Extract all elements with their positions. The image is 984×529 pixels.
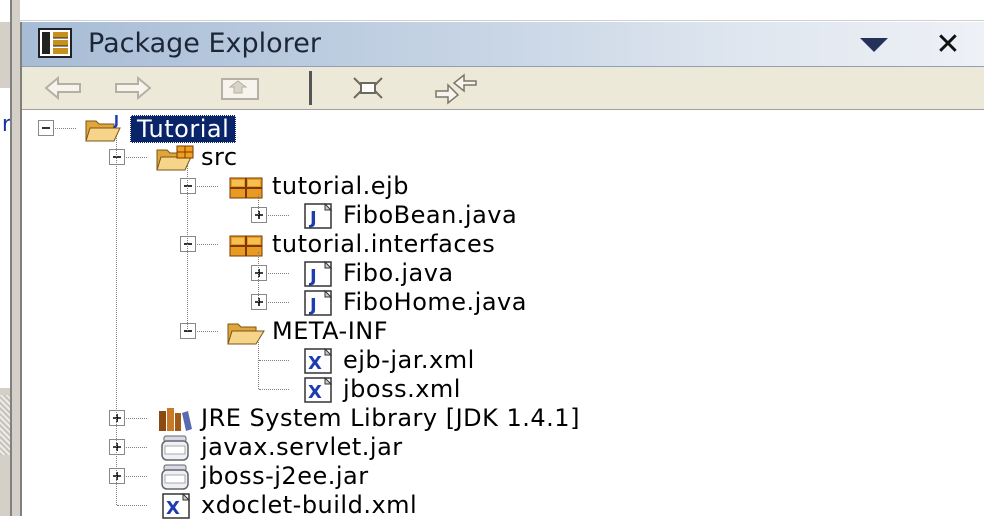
tree-guide [116,136,117,505]
tree-guide [187,165,188,331]
tree-item[interactable]: J Fibo.java [22,259,984,288]
view-toolbar [22,67,984,110]
collapse-toggle[interactable] [180,236,196,252]
top-bar [20,0,984,21]
tree-item[interactable]: JRE System Library [JDK 1.4.1] [22,404,984,433]
view-menu-button[interactable] [854,32,894,58]
tree-item[interactable]: J FiboBean.java [22,201,984,230]
collapse-toggle[interactable] [109,149,125,165]
hatched-area [0,395,10,455]
tree-item[interactable]: META-INF [22,317,984,346]
tree-item-label: tutorial.ejb [272,172,409,200]
tree-item[interactable]: tutorial.interfaces [22,230,984,259]
tree-item-label: src [201,143,238,171]
library-icon [155,405,195,433]
xml-file-icon: X [297,376,337,404]
tree-item-label: ejb-jar.xml [343,346,475,374]
tree-item[interactable]: J FiboHome.java [22,288,984,317]
tree-item-label: META-INF [272,317,389,345]
tree-item-label: JRE System Library [JDK 1.4.1] [201,404,580,432]
package-explorer-view: Package Explorer ✕ J Tutorial src tutorial.… [20,22,984,519]
source-folder-icon [155,144,195,172]
java-file-icon: J [297,260,337,288]
tree-item[interactable]: Xejb-jar.xml [22,346,984,375]
forward-icon[interactable] [108,71,156,105]
view-title: Package Explorer [88,28,321,59]
jar-icon [155,434,195,462]
tree-item-label: jboss.xml [343,375,461,403]
link-with-editor-icon[interactable] [432,71,480,105]
java-file-icon: J [297,202,337,230]
collapse-toggle[interactable] [180,178,196,194]
toolbar-separator [309,71,312,105]
jar-icon [155,463,195,491]
tree-item-label: Fibo.java [343,259,454,287]
collapse-all-icon[interactable] [344,71,392,105]
tree-item[interactable]: jboss-j2ee.jar [22,462,984,491]
tree-guide [258,194,259,215]
xml-file-icon: X [297,347,337,375]
tree-item-label: FiboBean.java [343,201,518,229]
tree-guide [258,339,259,389]
tree-item-label: Tutorial [130,115,237,143]
expand-toggle[interactable] [251,207,267,223]
tree-item[interactable]: tutorial.ejb [22,172,984,201]
collapse-toggle[interactable] [180,323,196,339]
package-icon [226,231,266,259]
expand-toggle[interactable] [251,294,267,310]
expand-toggle[interactable] [109,468,125,484]
package-icon [226,173,266,201]
svg-text:X: X [308,353,322,374]
tree-connector [117,505,147,506]
tree-item-label: jboss-j2ee.jar [201,462,369,490]
tree-item-label: javax.servlet.jar [201,433,403,461]
tree-item[interactable]: javax.servlet.jar [22,433,984,462]
java-project-icon: J [84,114,124,143]
back-icon[interactable] [40,71,88,105]
svg-text:X: X [308,382,322,403]
tree-item[interactable]: J Tutorial [22,114,984,143]
expand-toggle[interactable] [109,410,125,426]
svg-text:J: J [113,115,119,129]
svg-text:J: J [308,295,317,316]
package-explorer-icon [38,28,72,58]
close-icon[interactable]: ✕ [928,28,968,62]
expand-toggle[interactable] [109,439,125,455]
collapse-toggle[interactable] [38,120,54,136]
tree-item[interactable]: Xjboss.xml [22,375,984,404]
package-tree: J Tutorial src tutorial.ejb J FiboBean.java tu… [22,110,984,519]
tree-guide [258,252,259,302]
svg-text:J: J [308,266,317,287]
tree-connector [259,360,289,361]
view-title-bar[interactable]: Package Explorer ✕ [22,22,984,67]
tree-item-label: FiboHome.java [343,288,527,316]
editor-edge: r [0,0,20,516]
expand-toggle[interactable] [251,265,267,281]
java-file-icon: J [297,289,337,317]
folder-icon [226,318,266,346]
editor-text-fragment: r [0,112,10,137]
tree-item-label: tutorial.interfaces [272,230,496,258]
tree-item[interactable]: src [22,143,984,172]
svg-text:J: J [308,208,317,229]
tree-connector [259,389,289,390]
up-icon[interactable] [216,71,264,105]
